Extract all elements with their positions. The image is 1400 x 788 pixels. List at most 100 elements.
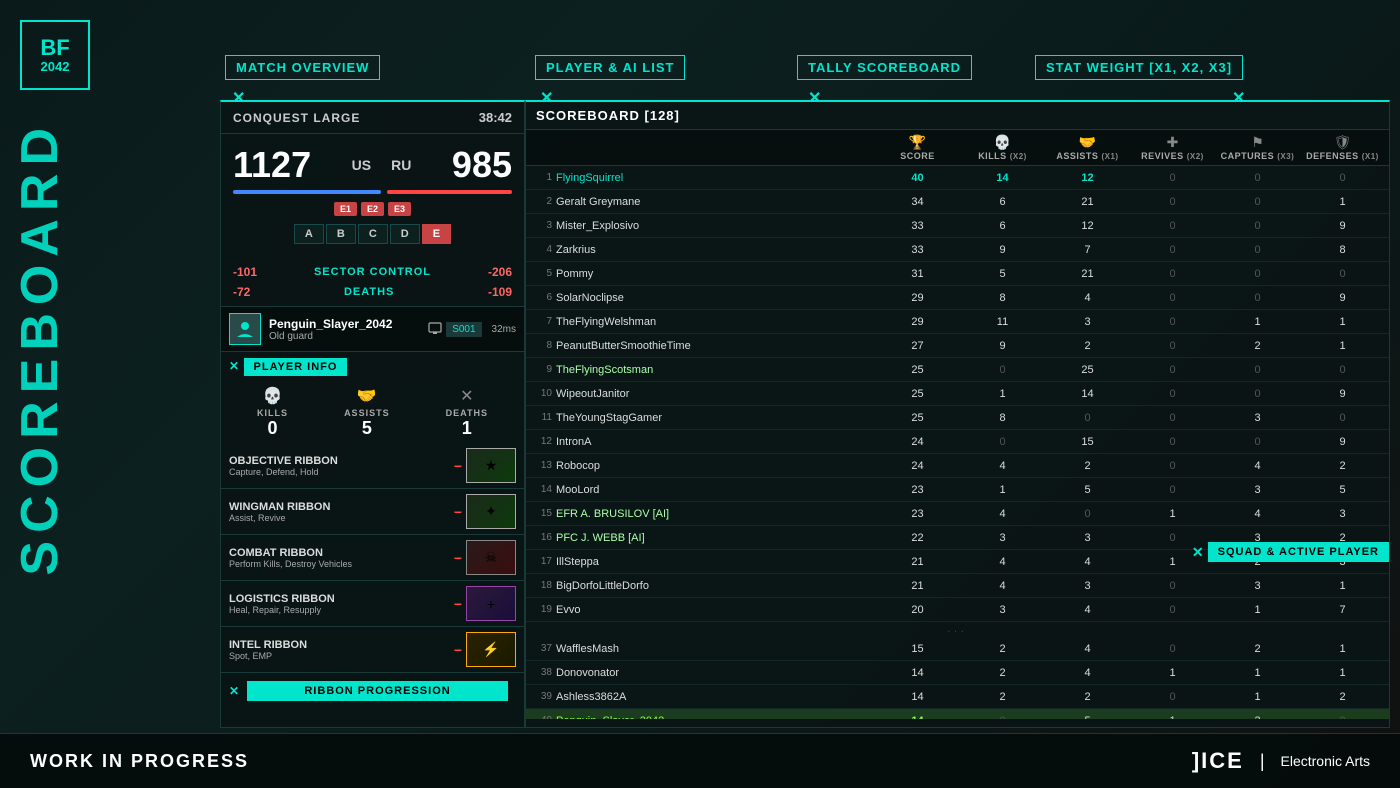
table-row[interactable]: 1 FlyingSquirrel 40 14 12 0 0 0 xyxy=(526,166,1389,190)
row-defenses: 2 xyxy=(1300,691,1385,703)
row-assists: 0 xyxy=(1045,412,1130,424)
row-revives: 0 xyxy=(1130,412,1215,424)
bottom-bar: WORK IN PROGRESS ]ICE | Electronic Arts xyxy=(0,733,1400,788)
table-row[interactable]: 14 MooLord 23 1 5 0 3 5 xyxy=(526,478,1389,502)
sector-b[interactable]: B xyxy=(326,224,356,244)
score-icon: 🏆 xyxy=(875,134,960,151)
row-kills: 6 xyxy=(960,196,1045,208)
col-kills: 💀 KILLS (x2) xyxy=(960,134,1045,161)
table-row[interactable]: 3 Mister_Explosivo 33 6 12 0 0 9 xyxy=(526,214,1389,238)
assists-item: 🤝 ASSISTS 5 xyxy=(344,386,390,439)
ribbon-item-objective: OBJECTIVE RIBBON Capture, Defend, Hold −… xyxy=(221,443,524,489)
deaths-label: DEATHS xyxy=(250,286,488,298)
player-info-close[interactable]: ✕ xyxy=(229,359,239,373)
ribbon-minus-objective: − xyxy=(454,458,462,474)
ribbon-name-combat: COMBAT RIBBON xyxy=(229,547,450,559)
row-revives: 0 xyxy=(1130,436,1215,448)
row-captures: 0 xyxy=(1215,172,1300,184)
row-captures: 0 xyxy=(1215,364,1300,376)
table-row[interactable]: 15 EFR A. BRUSILOV [AI] 23 4 0 1 4 3 xyxy=(526,502,1389,526)
row-captures: 3 xyxy=(1215,580,1300,592)
row-defenses: 3 xyxy=(1300,508,1385,520)
ribbon-item-wingman: WINGMAN RIBBON Assist, Revive − ✦ xyxy=(221,489,524,535)
row-score: 14 xyxy=(875,667,960,679)
row-assists: 3 xyxy=(1045,316,1130,328)
ribbon-progression-close[interactable]: ✕ xyxy=(229,684,239,698)
row-score: 15 xyxy=(875,643,960,655)
table-row[interactable]: 8 PeanutButterSmoothieTime 27 9 2 0 2 1 xyxy=(526,334,1389,358)
row-num: 10 xyxy=(530,388,556,399)
table-row[interactable]: 40 Penguin_Slayer_2042 14 0 5 1 3 0 xyxy=(526,709,1389,719)
match-time: 38:42 xyxy=(479,110,512,125)
table-row[interactable]: 37 WafflesMash 15 2 4 0 2 1 xyxy=(526,637,1389,661)
sector-c[interactable]: C xyxy=(358,224,388,244)
table-row[interactable]: 18 BigDorfoLittleDorfo 21 4 3 0 3 1 xyxy=(526,574,1389,598)
ribbon-progression-row: ✕ RIBBON PROGRESSION xyxy=(221,673,524,709)
row-captures: 0 xyxy=(1215,292,1300,304)
row-defenses: 7 xyxy=(1300,604,1385,616)
table-row[interactable]: 10 WipeoutJanitor 25 1 14 0 0 9 xyxy=(526,382,1389,406)
row-player-name: TheFlyingWelshman xyxy=(556,316,875,328)
row-num: 17 xyxy=(530,556,556,567)
sector-control-label: SECTOR CONTROL xyxy=(257,266,488,278)
row-revives: 0 xyxy=(1130,268,1215,280)
row-num: 2 xyxy=(530,196,556,207)
row-defenses: 1 xyxy=(1300,340,1385,352)
table-row[interactable]: 11 TheYoungStagGamer 25 8 0 0 3 0 xyxy=(526,406,1389,430)
match-panel-close[interactable]: ✕ xyxy=(232,88,245,108)
row-num: 4 xyxy=(530,244,556,255)
player-panel-close[interactable]: ✕ xyxy=(540,88,553,108)
table-row[interactable]: 13 Robocop 24 4 2 0 4 2 xyxy=(526,454,1389,478)
score-divider: ... xyxy=(526,622,1389,637)
scoreboard-title: SCOREBOARD [128] xyxy=(536,108,1379,123)
row-num: 39 xyxy=(530,691,556,702)
table-row[interactable]: 2 Geralt Greymane 34 6 21 0 0 1 xyxy=(526,190,1389,214)
squad-active-close[interactable]: ✕ xyxy=(1192,544,1204,561)
row-player-name: WafflesMash xyxy=(556,643,875,655)
row-assists: 15 xyxy=(1045,436,1130,448)
row-defenses: 9 xyxy=(1300,292,1385,304)
deaths-row: -72 DEATHS -109 xyxy=(221,282,524,302)
kills-icon: 💀 xyxy=(257,386,288,406)
row-defenses: 1 xyxy=(1300,667,1385,679)
row-captures: 2 xyxy=(1215,340,1300,352)
table-row[interactable]: 39 Ashless3862A 14 2 2 0 1 2 xyxy=(526,685,1389,709)
table-row[interactable]: 9 TheFlyingScotsman 25 0 25 0 0 0 xyxy=(526,358,1389,382)
assists-icon: 🤝 xyxy=(344,386,390,406)
row-defenses: 5 xyxy=(1300,484,1385,496)
row-assists: 5 xyxy=(1045,715,1130,720)
scoreboard-header: SCOREBOARD [128] xyxy=(526,102,1389,130)
row-revives: 1 xyxy=(1130,667,1215,679)
player-row: Penguin_Slayer_2042 Old guard S001 32ms xyxy=(221,306,524,352)
row-num: 8 xyxy=(530,340,556,351)
table-row[interactable]: 6 SolarNoclipse 29 8 4 0 0 9 xyxy=(526,286,1389,310)
row-captures: 1 xyxy=(1215,667,1300,679)
row-assists: 21 xyxy=(1045,268,1130,280)
sector-d[interactable]: D xyxy=(390,224,420,244)
row-defenses: 0 xyxy=(1300,715,1385,720)
table-row[interactable]: 4 Zarkrius 33 9 7 0 0 8 xyxy=(526,238,1389,262)
score-ru: 985 xyxy=(452,144,512,186)
sector-a[interactable]: A xyxy=(294,224,324,244)
table-row[interactable]: 12 IntronA 24 0 15 0 0 9 xyxy=(526,430,1389,454)
row-kills: 1 xyxy=(960,484,1045,496)
row-captures: 2 xyxy=(1215,643,1300,655)
squad-active-container: ✕ SQUAD & ACTIVE PLAYER xyxy=(1192,542,1389,562)
sector-e[interactable]: E xyxy=(422,224,451,244)
row-num: 38 xyxy=(530,667,556,678)
table-row[interactable]: 19 Evvo 20 3 4 0 1 7 xyxy=(526,598,1389,622)
row-player-name: Zarkrius xyxy=(556,244,875,256)
row-score: 14 xyxy=(875,691,960,703)
table-row[interactable]: 38 Donovonator 14 2 4 1 1 1 xyxy=(526,661,1389,685)
stat-panel-close[interactable]: ✕ xyxy=(1232,88,1245,108)
table-row[interactable]: 7 TheFlyingWelshman 29 11 3 0 1 1 xyxy=(526,310,1389,334)
ribbon-sub-logistics: Heal, Repair, Resupply xyxy=(229,605,450,615)
score-label: SCORE xyxy=(875,151,960,161)
scoreboard-vertical-title: SCOREBOARD xyxy=(10,120,70,576)
tally-panel-close[interactable]: ✕ xyxy=(808,88,821,108)
row-player-name: TheFlyingScotsman xyxy=(556,364,875,376)
monitor-icon xyxy=(428,322,442,336)
ribbon-text-combat: COMBAT RIBBON Perform Kills, Destroy Veh… xyxy=(229,547,450,569)
table-row[interactable]: 5 Pommy 31 5 21 0 0 0 xyxy=(526,262,1389,286)
row-assists: 12 xyxy=(1045,172,1130,184)
